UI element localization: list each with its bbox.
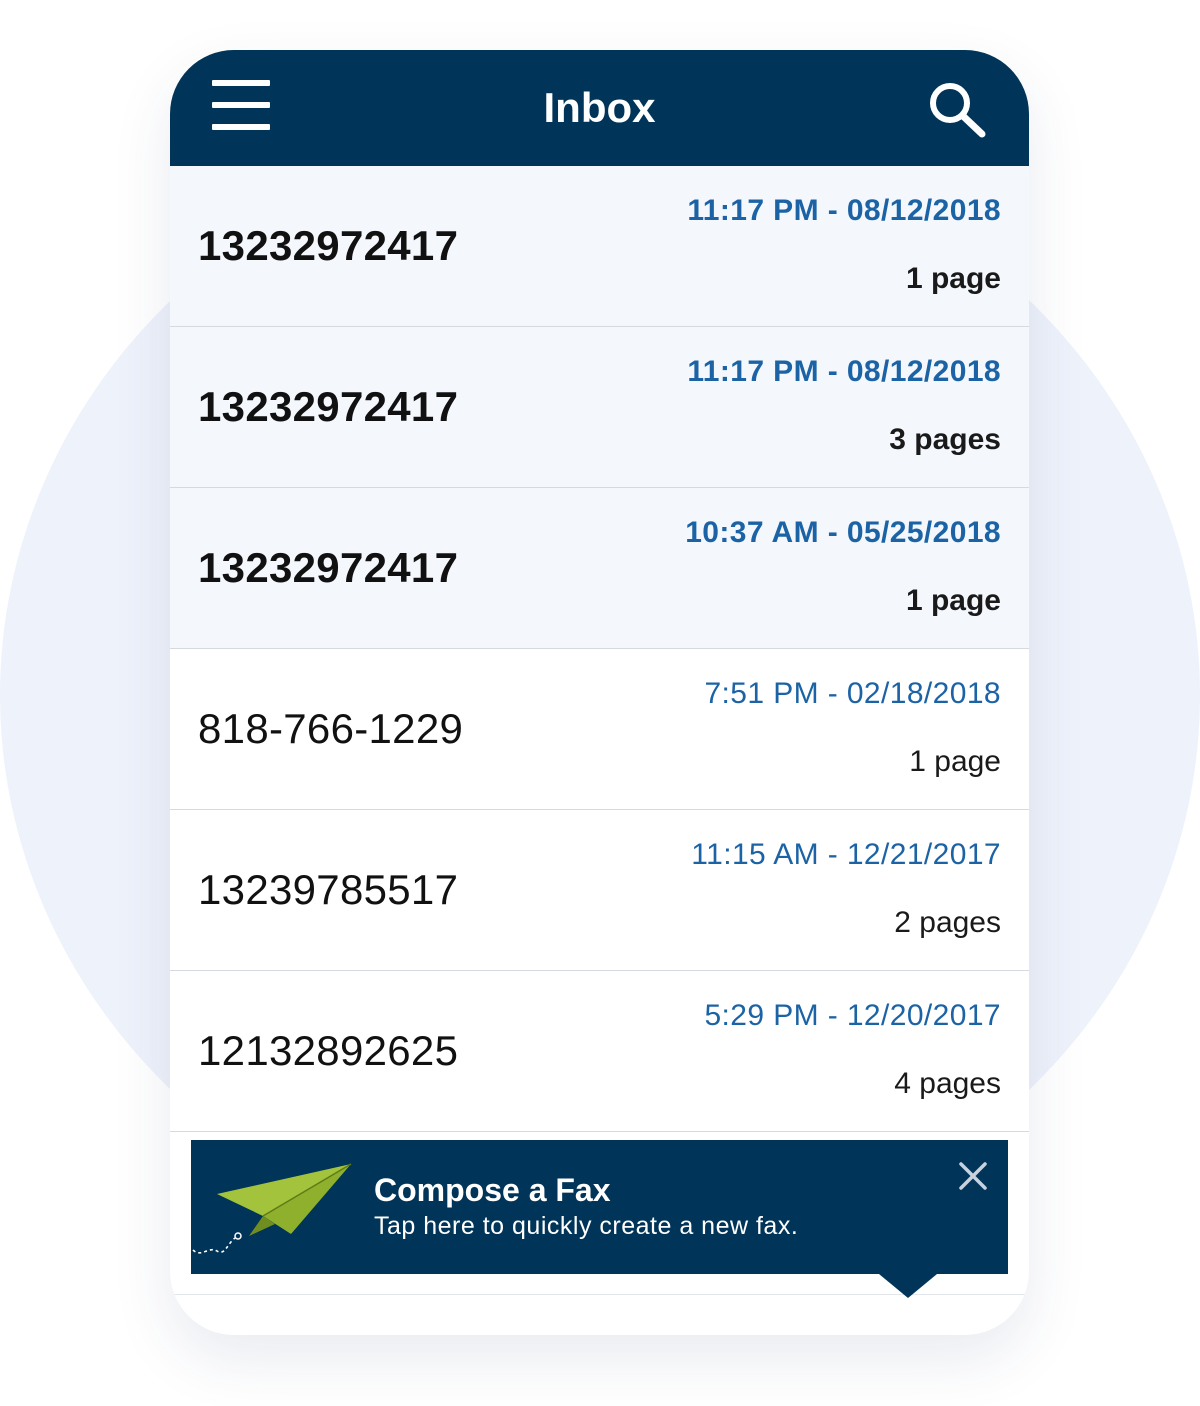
fax-sender-number: 12132892625 [198, 1027, 459, 1074]
banner-pointer [879, 1274, 937, 1298]
close-icon[interactable] [953, 1156, 993, 1196]
fax-timestamp: 11:15 AM - 12/21/2017 [691, 838, 1001, 871]
paper-plane-icon [192, 1163, 352, 1254]
fax-row[interactable]: 818-766-1229 7:51 PM - 02/18/2018 1 page [170, 649, 1029, 810]
fax-row[interactable]: 13232972417 11:17 PM - 08/12/2018 3 pages [170, 327, 1029, 488]
fax-timestamp: 10:37 AM - 05/25/2018 [685, 516, 1001, 549]
fax-timestamp: 11:17 PM - 08/12/2018 [687, 355, 1001, 388]
search-icon-glyph [930, 83, 986, 138]
compose-fax-banner[interactable]: Compose a Fax Tap here to quickly create… [191, 1140, 1008, 1274]
fax-row[interactable]: 12132892625 5:29 PM - 12/20/2017 4 pages [170, 971, 1029, 1132]
page-title: Inbox [543, 84, 656, 131]
fax-row[interactable]: 13239785517 11:15 AM - 12/21/2017 2 pages [170, 810, 1029, 971]
fax-timestamp: 5:29 PM - 12/20/2017 [704, 999, 1001, 1032]
fax-page-count: 1 page [909, 745, 1001, 778]
search-icon[interactable] [926, 80, 990, 138]
fax-list: 13232972417 11:17 PM - 08/12/2018 1 page 13… [170, 166, 1029, 1132]
fax-page-count: 1 page [905, 584, 1001, 617]
fax-sender-number: 13239785517 [198, 866, 459, 913]
app-header: Inbox [170, 50, 1029, 166]
fax-row[interactable]: 13232972417 11:17 PM - 08/12/2018 1 page [170, 166, 1029, 327]
fax-timestamp: 7:51 PM - 02/18/2018 [704, 677, 1001, 710]
fax-page-count: 4 pages [894, 1067, 1001, 1100]
fax-page-count: 3 pages [889, 423, 1001, 456]
phone-screen: Inbox 13232972417 11:17 PM - 08/12/2018 1 … [170, 50, 1029, 1335]
fax-page-count: 1 page [905, 262, 1001, 295]
fax-sender-number: 13232972417 [198, 544, 459, 591]
fax-page-count: 2 pages [894, 906, 1001, 939]
close-icon-glyph [959, 1162, 987, 1190]
compose-banner-title: Compose a Fax [374, 1172, 611, 1208]
fax-row[interactable]: 13232972417 10:37 AM - 05/25/2018 1 page [170, 488, 1029, 649]
fax-timestamp: 11:17 PM - 08/12/2018 [687, 194, 1001, 227]
fax-sender-number: 13232972417 [198, 383, 459, 430]
fax-sender-number: 818-766-1229 [198, 705, 464, 752]
compose-banner-subtitle: Tap here to quickly create a new fax. [374, 1212, 799, 1240]
fax-sender-number: 13232972417 [198, 222, 459, 269]
